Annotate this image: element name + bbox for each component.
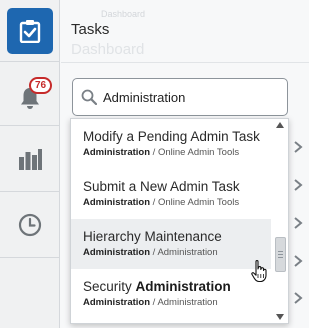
suggestion-title: Modify a Pending Admin Task [83,129,260,144]
suggestion-title: Hierarchy Maintenance [83,229,222,244]
chevron-right-icon[interactable] [291,178,305,192]
suggestion-path: Administration / Online Admin Tools [83,147,240,158]
rail-item-recent[interactable] [0,192,60,258]
search-icon [81,89,97,105]
search-box[interactable] [72,78,288,116]
suggestion-modify-pending-admin-task[interactable]: Modify a Pending Admin Task Administrati… [71,119,271,169]
chevron-right-icon[interactable] [291,254,305,268]
clock-icon [18,213,42,236]
chevron-right-icon[interactable] [291,140,305,154]
bar-chart-icon [19,148,42,170]
search-input[interactable] [103,89,273,105]
background-page-title: Dashboard [71,41,145,58]
dropdown-scrollbar[interactable] [273,119,287,323]
chevron-right-icon[interactable] [291,291,305,305]
left-nav-rail: 76 [0,0,60,328]
tasks-tile[interactable] [7,7,53,54]
search-suggestions-dropdown: Modify a Pending Admin Task Administrati… [70,118,289,324]
suggestion-path: Administration / Administration [83,297,218,308]
rail-item-notifications[interactable]: 76 [0,62,60,126]
title-divider [61,62,309,63]
clipboard-check-icon [19,19,41,43]
hand-cursor-icon [251,260,267,283]
scroll-up-arrow-icon[interactable] [276,122,284,128]
suggestion-path: Administration / Online Admin Tools [83,197,240,208]
chevron-right-icon[interactable] [291,216,305,230]
rail-item-tasks[interactable] [0,0,60,62]
background-tab-label: Dashboard [101,9,146,19]
suggestion-title: Security Administration [83,279,231,294]
scroll-down-arrow-icon[interactable] [276,314,284,320]
suggestion-path: Administration / Administration [83,247,218,258]
page-title: Tasks [71,21,110,38]
app-window: 76 Dashboard Dashboard Tasks Administrat… [0,0,309,328]
suggestion-submit-new-admin-task[interactable]: Submit a New Admin Task Administration /… [71,169,271,219]
notification-count-badge: 76 [29,77,53,94]
suggestion-security-administration[interactable]: Security Administration Administration /… [71,269,271,319]
rail-item-analytics[interactable] [0,126,60,192]
suggestion-title: Submit a New Admin Task [83,179,240,194]
scrollbar-thumb[interactable] [275,237,286,272]
suggestion-hierarchy-maintenance[interactable]: Hierarchy Maintenance Administration / A… [71,219,271,269]
